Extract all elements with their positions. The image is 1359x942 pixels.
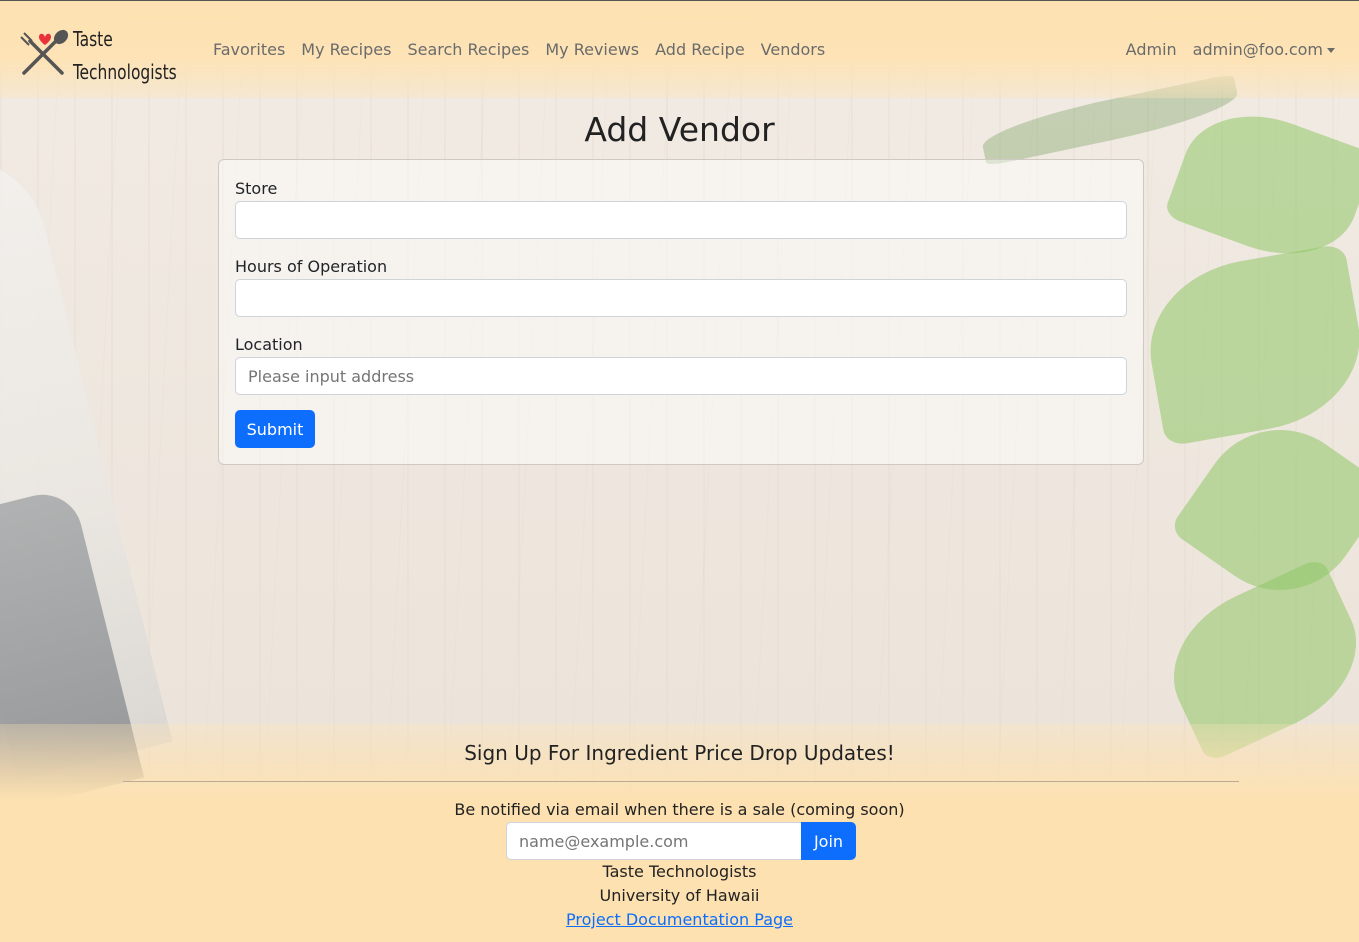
nav-vendors[interactable]: Vendors <box>753 39 834 61</box>
footer-university: University of Hawaii <box>599 886 760 905</box>
footer-note: Be notified via email when there is a sa… <box>454 800 905 819</box>
nav-search-recipes[interactable]: Search Recipes <box>399 39 537 61</box>
brand-logo-link[interactable]: Taste Technologists <box>18 23 188 84</box>
nav-favorites[interactable]: Favorites <box>205 39 293 61</box>
main-nav-links: Favorites My Recipes Search Recipes My R… <box>205 39 833 61</box>
email-input[interactable] <box>506 822 802 860</box>
footer-org: Taste Technologists <box>602 862 757 881</box>
herb-decoration <box>1136 243 1359 447</box>
join-button[interactable]: Join <box>801 822 856 860</box>
top-navbar: Taste Technologists Favorites My Recipes… <box>0 0 1359 98</box>
hours-label: Hours of Operation <box>235 257 388 276</box>
footer: Sign Up For Ingredient Price Drop Update… <box>0 724 1359 942</box>
footer-divider <box>123 781 1239 782</box>
location-label: Location <box>235 335 303 354</box>
nav-my-recipes[interactable]: My Recipes <box>293 39 399 61</box>
nav-admin[interactable]: Admin <box>1118 39 1185 61</box>
nav-my-reviews[interactable]: My Reviews <box>537 39 647 61</box>
add-vendor-form: Store Hours of Operation Location Submit <box>218 159 1144 465</box>
fork-spoon-heart-icon <box>20 29 69 75</box>
chevron-down-icon <box>1327 48 1335 53</box>
user-email: admin@foo.com <box>1192 40 1323 59</box>
hours-input[interactable] <box>235 279 1127 317</box>
brand-line-2: Technologists <box>73 60 177 84</box>
store-input[interactable] <box>235 201 1127 239</box>
footer-link-wrapper: Project Documentation Page <box>0 910 1359 929</box>
store-label: Store <box>235 179 278 198</box>
user-dropdown-toggle[interactable]: admin@foo.com <box>1185 39 1343 61</box>
user-nav: Admin admin@foo.com <box>1118 39 1343 61</box>
submit-button[interactable]: Submit <box>235 410 315 448</box>
nav-add-recipe[interactable]: Add Recipe <box>647 39 753 61</box>
page-title: Add Vendor <box>584 110 775 149</box>
brand-name: Taste Technologists <box>73 23 177 89</box>
brand-line-1: Taste <box>73 27 113 51</box>
footer-heading: Sign Up For Ingredient Price Drop Update… <box>464 741 895 765</box>
location-input[interactable] <box>235 357 1127 395</box>
project-documentation-link[interactable]: Project Documentation Page <box>566 910 793 929</box>
